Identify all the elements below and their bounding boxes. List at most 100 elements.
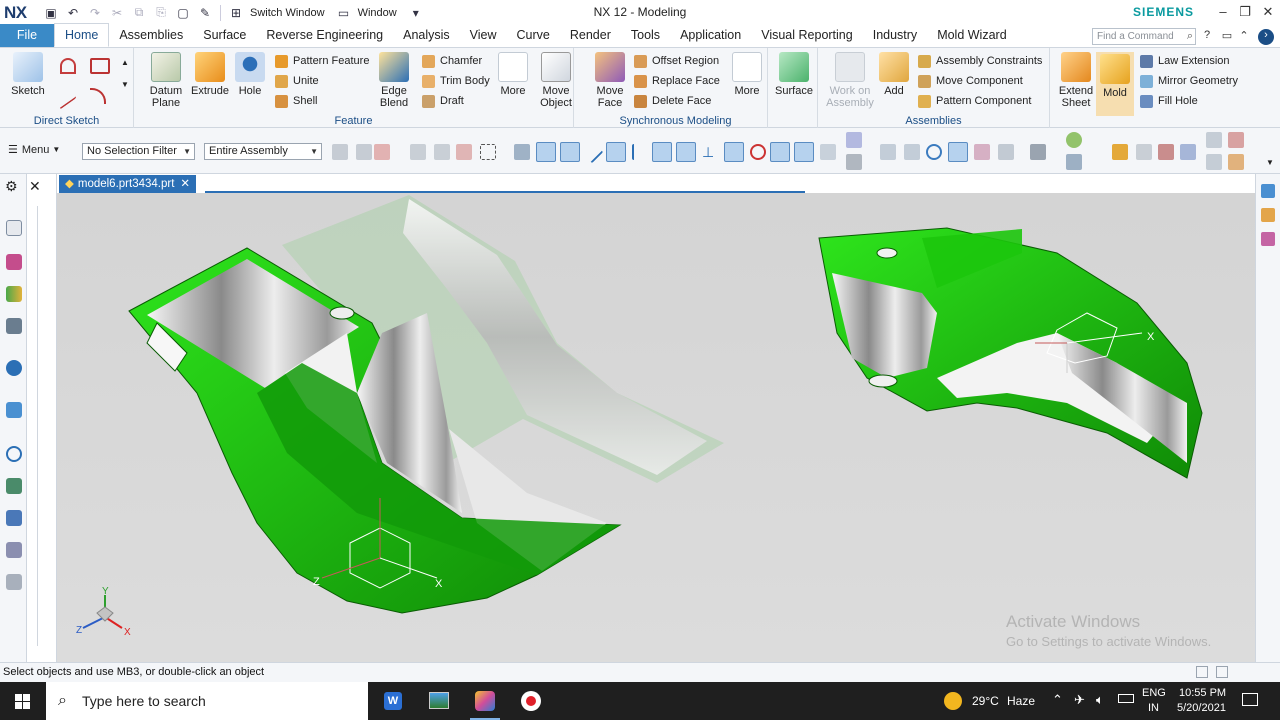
curve-snap-icon[interactable] xyxy=(632,144,648,160)
close-icon[interactable]: ✕ xyxy=(29,178,41,195)
intersection-icon[interactable]: ⊥ xyxy=(702,144,718,160)
part-navigator-icon[interactable] xyxy=(6,286,22,302)
weather-sun-icon[interactable] xyxy=(944,692,962,710)
navigator-scroll-area[interactable] xyxy=(37,206,55,646)
restore-icon[interactable]: ❐ xyxy=(1234,3,1256,21)
wcs-icon[interactable] xyxy=(1066,132,1082,148)
add-component-button[interactable]: Add xyxy=(878,52,910,97)
general-selection-icon[interactable] xyxy=(332,144,348,160)
mirror-geometry-button[interactable]: Mirror Geometry xyxy=(1140,72,1238,90)
chevron-down-icon[interactable]: ▼ xyxy=(1266,158,1274,167)
info-icon[interactable]: › xyxy=(1258,29,1274,45)
clock-date[interactable]: 5/20/2021 xyxy=(1177,702,1226,714)
region-indicator[interactable]: IN xyxy=(1148,702,1159,714)
tab-assemblies[interactable]: Assemblies xyxy=(109,24,193,47)
selection-filter-dropdown[interactable]: No Selection Filter ▼ xyxy=(82,143,195,160)
point-on-curve-icon[interactable] xyxy=(676,142,696,162)
repeat-command-icon[interactable]: ▢ xyxy=(174,4,192,22)
history-icon[interactable] xyxy=(6,446,22,462)
offset-region-button[interactable]: Offset Region xyxy=(634,52,719,70)
arc-center-icon[interactable] xyxy=(724,142,744,162)
move-component-button[interactable]: Move Component xyxy=(918,72,1023,90)
right-part-body[interactable] xyxy=(818,227,1203,479)
web-browser-icon[interactable] xyxy=(6,402,22,418)
tab-tools[interactable]: Tools xyxy=(621,24,670,47)
work-on-assembly-button[interactable]: Work on Assembly xyxy=(826,52,874,109)
profile-icon[interactable] xyxy=(60,58,76,74)
chevron-up-icon[interactable]: ▲ xyxy=(121,58,129,67)
visualization-icon[interactable] xyxy=(1261,232,1275,246)
taskbar-recorder-app[interactable] xyxy=(508,682,554,720)
constraint-navigator-icon[interactable] xyxy=(6,254,22,270)
roles-icon[interactable] xyxy=(6,574,22,590)
start-button[interactable] xyxy=(0,682,46,720)
command-search-input[interactable]: Find a Command ⌕ xyxy=(1092,28,1196,45)
fit-icon[interactable] xyxy=(880,144,896,160)
close-tab-icon[interactable]: ✕ xyxy=(180,175,190,193)
tab-application[interactable]: Application xyxy=(670,24,751,47)
tab-reverse-engineering[interactable]: Reverse Engineering xyxy=(256,24,393,47)
tab-view[interactable]: View xyxy=(460,24,507,47)
fullscreen-icon[interactable] xyxy=(1196,666,1208,678)
taskbar-nx-app[interactable] xyxy=(462,682,508,720)
datum-plane-button[interactable]: Datum Plane xyxy=(146,52,186,109)
taskbar-word-app[interactable]: W xyxy=(370,682,416,720)
assembly-navigator-icon[interactable] xyxy=(1158,144,1174,160)
touch-mode-icon[interactable]: ✎ xyxy=(196,4,214,22)
arc-icon[interactable] xyxy=(90,88,106,104)
snapshot-icon[interactable] xyxy=(1206,154,1222,170)
assembly-constraints-button[interactable]: Assembly Constraints xyxy=(918,52,1042,70)
status-panel-icon[interactable] xyxy=(1216,666,1228,678)
palette-icon[interactable] xyxy=(1261,184,1275,198)
unite-button[interactable]: Unite xyxy=(275,72,319,90)
cut-icon[interactable]: ✂ xyxy=(108,4,126,22)
process-studio-icon[interactable] xyxy=(6,510,22,526)
weather-temperature[interactable]: 29°C xyxy=(972,694,999,708)
delete-face-button[interactable]: Delete Face xyxy=(634,92,711,110)
law-extension-button[interactable]: Law Extension xyxy=(1140,52,1230,70)
chevron-down-icon[interactable]: ▼ xyxy=(121,80,129,89)
taskbar-search-input[interactable]: ⌕ Type here to search xyxy=(46,682,368,720)
view-orient-icon[interactable] xyxy=(514,144,530,160)
mold-button[interactable]: Mold xyxy=(1096,52,1134,116)
feature-more-button[interactable]: More xyxy=(496,52,530,97)
control-point-icon[interactable] xyxy=(652,142,672,162)
extrude-button[interactable]: Extrude xyxy=(190,52,230,97)
tab-file[interactable]: File xyxy=(0,24,54,47)
scope-dropdown[interactable]: Entire Assembly ▼ xyxy=(204,143,322,160)
quadrant-point-icon[interactable] xyxy=(750,144,766,160)
line-icon[interactable] xyxy=(60,82,76,110)
paste-icon[interactable]: ⎘ xyxy=(152,4,170,22)
replace-face-button[interactable]: Replace Face xyxy=(634,72,720,90)
save-icon[interactable]: ▣ xyxy=(42,4,60,22)
orient-view-icon[interactable] xyxy=(1066,154,1082,170)
view-triad-icon[interactable] xyxy=(820,144,836,160)
snap-toggle-icon[interactable] xyxy=(374,144,390,160)
surface-button[interactable]: Surface xyxy=(774,52,814,97)
layer-icon[interactable] xyxy=(846,132,862,148)
chamfer-button[interactable]: Chamfer xyxy=(422,52,482,70)
extend-sheet-button[interactable]: Extend Sheet xyxy=(1056,52,1096,109)
shaded-with-edges-icon[interactable] xyxy=(948,142,968,162)
sketch-button[interactable]: Sketch xyxy=(8,52,48,97)
tab-curve[interactable]: Curve xyxy=(507,24,560,47)
window-list-icon[interactable]: ▭ xyxy=(1219,29,1235,45)
edge-blend-button[interactable]: Edge Blend xyxy=(372,52,416,109)
battery-icon[interactable] xyxy=(1118,694,1134,703)
rectangle-icon[interactable] xyxy=(90,58,110,74)
reuse-library-icon[interactable] xyxy=(6,318,22,334)
measure-icon[interactable] xyxy=(1228,132,1244,148)
shaded-icon[interactable] xyxy=(536,142,556,162)
render-style-icon[interactable] xyxy=(998,144,1014,160)
tab-analysis[interactable]: Analysis xyxy=(393,24,460,47)
taskbar-photos-app[interactable] xyxy=(416,682,462,720)
snap-point-icon[interactable] xyxy=(560,142,580,162)
highlight-icon[interactable] xyxy=(434,144,450,160)
select-options-icon[interactable] xyxy=(410,144,426,160)
tab-render[interactable]: Render xyxy=(560,24,621,47)
tray-overflow-icon[interactable]: ⌃ xyxy=(1052,692,1063,708)
edit-section-icon[interactable] xyxy=(974,144,990,160)
switch-window-button[interactable]: Switch Window xyxy=(250,7,325,19)
draft-button[interactable]: Draft xyxy=(422,92,464,110)
toolbar-options-icon[interactable] xyxy=(1228,154,1244,170)
